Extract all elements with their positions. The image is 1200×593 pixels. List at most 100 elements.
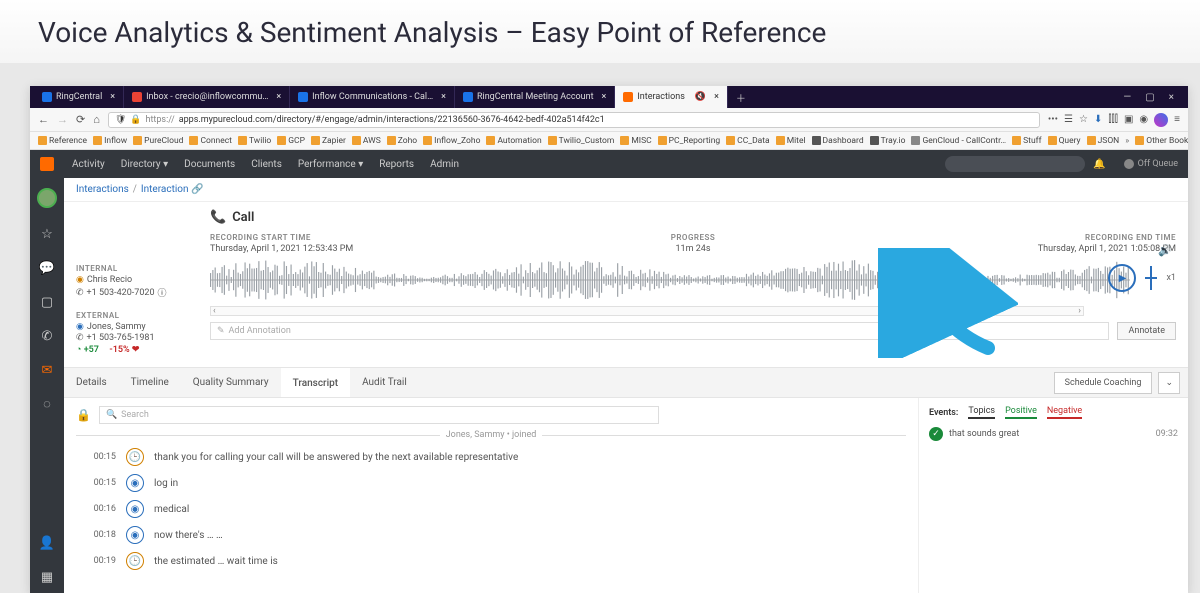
- menu-icon[interactable]: ≡: [1174, 114, 1180, 125]
- app-search-input[interactable]: [945, 156, 1085, 172]
- annotate-button[interactable]: Annotate: [1117, 322, 1176, 340]
- window-maximize-icon[interactable]: ▢: [1145, 92, 1154, 103]
- bookmark-item[interactable]: Tray.io: [870, 136, 906, 146]
- link-icon[interactable]: 🔗: [191, 184, 203, 195]
- window-minimize-icon[interactable]: —: [1123, 92, 1131, 103]
- settings-icon[interactable]: ◌: [39, 396, 55, 412]
- crumb-root[interactable]: Interactions: [76, 184, 129, 195]
- transcript-row[interactable]: 00:15 🕒 thank you for calling your call …: [76, 444, 906, 470]
- bookmark-star-icon[interactable]: ☆: [1079, 114, 1088, 125]
- bookmark-item[interactable]: Inflow: [93, 136, 127, 146]
- account-icon[interactable]: [1154, 113, 1168, 127]
- transcript-row[interactable]: 00:18 ◉ now there's … …: [76, 522, 906, 548]
- transcript-search-input[interactable]: 🔍Search: [99, 406, 659, 424]
- events-filter-negative[interactable]: Negative: [1047, 406, 1082, 419]
- events-filter-topics[interactable]: Topics: [968, 406, 995, 419]
- avatar[interactable]: [37, 188, 57, 208]
- bookmark-item[interactable]: Automation: [486, 136, 541, 146]
- bookmark-item[interactable]: MISC: [620, 136, 651, 146]
- back-icon[interactable]: ←: [38, 113, 49, 126]
- extension-icon[interactable]: ◉: [1139, 114, 1148, 125]
- bookmark-item[interactable]: Dashboard: [812, 136, 864, 146]
- apps-icon[interactable]: ▦: [39, 569, 55, 585]
- lock-icon[interactable]: 🔒: [76, 408, 91, 422]
- close-icon[interactable]: ×: [276, 92, 281, 102]
- browser-tab-active[interactable]: Interactions🔇×: [615, 86, 728, 108]
- phone-icon[interactable]: ✆: [39, 328, 55, 344]
- pocket-icon[interactable]: ▣: [1124, 114, 1133, 125]
- bookmark-item[interactable]: Query: [1048, 136, 1081, 146]
- window-close-icon[interactable]: ×: [1169, 92, 1174, 103]
- menu-reports[interactable]: Reports: [371, 159, 422, 170]
- close-icon[interactable]: ×: [441, 92, 446, 102]
- trim-handle-icon[interactable]: [1142, 264, 1160, 292]
- menu-directory[interactable]: Directory: [113, 159, 176, 170]
- transcript-row[interactable]: 00:16 ◉ medical: [76, 496, 906, 522]
- bookmark-item[interactable]: AWS: [352, 136, 381, 146]
- library-icon[interactable]: ⫿⫿⫿: [1108, 114, 1118, 125]
- bookmark-item[interactable]: PureCloud: [133, 136, 183, 146]
- inbox-icon[interactable]: ✉: [39, 362, 55, 378]
- menu-documents[interactable]: Documents: [176, 159, 243, 170]
- menu-clients[interactable]: Clients: [243, 159, 290, 170]
- bookmark-item[interactable]: Inflow_Zoho: [423, 136, 480, 146]
- info-icon[interactable]: ⓘ: [158, 286, 167, 299]
- waveform[interactable]: [210, 258, 1130, 302]
- bookmark-item[interactable]: Connect: [189, 136, 232, 146]
- crumb-leaf[interactable]: Interaction: [141, 184, 189, 195]
- tab-audit[interactable]: Audit Trail: [350, 369, 419, 396]
- transcript-row[interactable]: 00:15 ◉ log in: [76, 470, 906, 496]
- close-icon[interactable]: ×: [602, 92, 607, 102]
- favorites-icon[interactable]: ☆: [39, 226, 55, 242]
- new-tab-button[interactable]: ＋: [728, 90, 754, 105]
- menu-admin[interactable]: Admin: [422, 159, 467, 170]
- events-filter-positive[interactable]: Positive: [1005, 406, 1037, 419]
- video-icon[interactable]: ▢: [39, 294, 55, 310]
- reader-icon[interactable]: •••: [1048, 114, 1058, 125]
- tab-quality[interactable]: Quality Summary: [181, 369, 281, 396]
- url-input[interactable]: 🛡 🔒 https://apps.mypurecloud.com/directo…: [108, 112, 1040, 128]
- bookmark-item[interactable]: Twilio: [238, 136, 271, 146]
- notification-icon[interactable]: 🔔: [1093, 159, 1105, 170]
- bookmark-item[interactable]: GenCloud - CallContr…: [911, 136, 1006, 146]
- menu-activity[interactable]: Activity: [64, 159, 113, 170]
- tab-transcript[interactable]: Transcript: [281, 368, 350, 397]
- reload-icon[interactable]: ⟳: [76, 113, 85, 126]
- event-row[interactable]: ✓ that sounds great 09:32: [929, 427, 1178, 441]
- tab-timeline[interactable]: Timeline: [119, 369, 181, 396]
- waveform-scrollbar[interactable]: ‹›: [210, 306, 1084, 316]
- play-button[interactable]: ▶: [1108, 264, 1136, 292]
- playback-speed[interactable]: x1: [1166, 273, 1176, 283]
- bookmark-item[interactable]: Reference: [38, 136, 87, 146]
- bookmark-item[interactable]: Zoho: [387, 136, 417, 146]
- bookmark-item[interactable]: Stuff: [1012, 136, 1041, 146]
- bookmark-item[interactable]: Twilio_Custom: [548, 136, 615, 146]
- bookmark-item[interactable]: JSON: [1087, 136, 1120, 146]
- bookmark-item[interactable]: PC_Reporting: [658, 136, 721, 146]
- forward-icon[interactable]: →: [57, 113, 68, 126]
- close-icon[interactable]: ×: [110, 92, 115, 102]
- browser-tab[interactable]: RingCentral×: [34, 86, 124, 108]
- other-bookmarks[interactable]: Other Bookmarks: [1135, 136, 1188, 146]
- menu-performance[interactable]: Performance: [290, 159, 371, 170]
- browser-tab[interactable]: RingCentral Meeting Account×: [455, 86, 615, 108]
- browser-tab[interactable]: Inflow Communications - Cal…×: [290, 86, 455, 108]
- bookmark-item[interactable]: GCP: [277, 136, 305, 146]
- volume-icon[interactable]: 🔊: [1158, 244, 1172, 257]
- people-icon[interactable]: 👤: [39, 535, 55, 551]
- mute-icon[interactable]: 🔇: [695, 92, 706, 102]
- tab-details[interactable]: Details: [64, 369, 119, 396]
- browser-tab[interactable]: Inbox - crecio@inflowcommu…×: [124, 86, 290, 108]
- schedule-coaching-dropdown[interactable]: ⌄: [1158, 372, 1180, 394]
- reader-view-icon[interactable]: ☰: [1064, 114, 1073, 125]
- transcript-row[interactable]: 00:19 🕒 the estimated … wait time is: [76, 548, 906, 574]
- annotation-input[interactable]: ✎Add Annotation: [210, 322, 1109, 340]
- app-logo-icon[interactable]: [40, 157, 54, 171]
- queue-toggle[interactable]: Off Queue: [1124, 159, 1178, 169]
- bookmark-item[interactable]: Zapier: [311, 136, 346, 146]
- bookmark-item[interactable]: Mitel: [776, 136, 806, 146]
- schedule-coaching-button[interactable]: Schedule Coaching: [1054, 372, 1153, 394]
- chat-icon[interactable]: 💬: [39, 260, 55, 276]
- home-icon[interactable]: ⌂: [93, 113, 100, 126]
- bookmark-item[interactable]: CC_Data: [726, 136, 770, 146]
